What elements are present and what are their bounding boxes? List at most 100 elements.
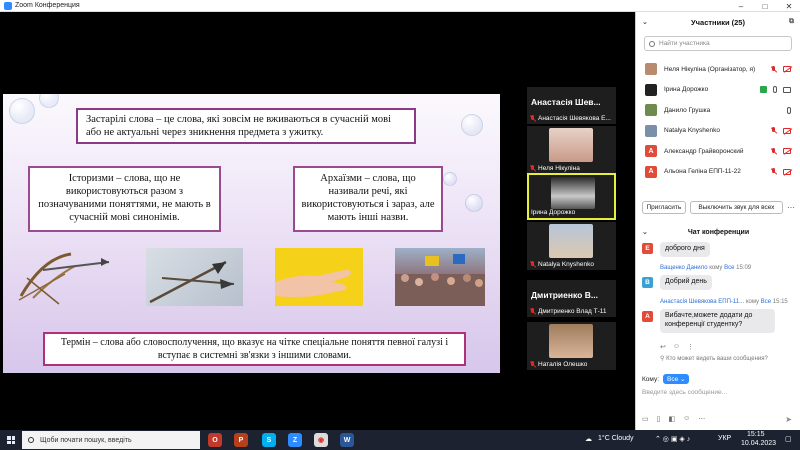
who-can-see-link[interactable]: ⚲ Кто может видеть ваши сообщения? — [660, 355, 768, 362]
windows-taskbar: Щоби почати пошук, введіть O P S Z ◉ W ☁… — [0, 430, 800, 450]
tray-icons[interactable]: ⌃ ◎ ▣ ◈ ♪ — [655, 435, 690, 443]
zoom-logo-icon — [4, 1, 12, 10]
send-icon[interactable]: ➤ — [785, 415, 792, 424]
notifications-icon[interactable]: ▢ — [785, 435, 792, 443]
video-tile[interactable]: Наталія Олешко — [527, 322, 616, 370]
search-placeholder: Найти участника — [659, 40, 710, 47]
tile-label: Наталія Олешко — [529, 361, 587, 368]
presentation-slide: Застарілі слова – це слова, які зовсім н… — [3, 94, 500, 373]
collapse-arrow-icon[interactable]: ⌄ — [642, 228, 648, 236]
weather-icon[interactable]: ☁ — [585, 435, 592, 443]
participant-photo — [549, 128, 593, 162]
video-gallery: Анастасія Шев... Анастасія Шевякова Е...… — [525, 12, 632, 430]
windows-start-icon[interactable] — [7, 436, 15, 444]
mute-all-button[interactable]: Выключить звук для всех — [689, 201, 783, 214]
emoji-reaction-icon[interactable]: ☺ — [673, 343, 680, 351]
participant-list: Неля Нікуліна (Організатор, я) Ірина Дор… — [636, 59, 800, 182]
weather-text[interactable]: 1°C Cloudy — [598, 435, 633, 442]
chat-input[interactable]: Введите здесь сообщение... — [642, 389, 727, 396]
app-icon[interactable]: P — [234, 433, 248, 447]
invite-button[interactable]: Пригласить — [642, 201, 686, 214]
mic-off-icon[interactable] — [770, 147, 777, 155]
mic-off-icon[interactable] — [770, 127, 777, 134]
more-icon[interactable]: ⋮ — [687, 343, 694, 351]
camera-off-icon[interactable] — [783, 168, 791, 175]
popout-icon[interactable]: ⧉ — [789, 18, 794, 26]
arrowheads-image — [146, 248, 243, 306]
file-icon[interactable]: ▯ — [657, 415, 661, 423]
participant-row[interactable]: Неля Нікуліна (Організатор, я) — [636, 59, 800, 80]
video-tile[interactable]: Анастасія Шев... Анастасія Шевякова Е... — [527, 87, 616, 124]
participant-row[interactable]: А Александр Грайворонский — [636, 141, 800, 162]
video-tile[interactable]: Неля Нікуліна — [527, 126, 616, 174]
opera-icon[interactable]: O — [208, 433, 222, 447]
screen-share-icon — [760, 86, 767, 94]
emoji-icon[interactable]: ☺ — [683, 415, 690, 423]
reply-icon[interactable]: ↩ — [660, 343, 666, 351]
format-icon[interactable]: ▭ — [642, 415, 649, 423]
more-icon[interactable]: ⋯ — [698, 415, 705, 423]
tile-label: Дмитриенко Влад Т-11 — [529, 308, 607, 315]
more-icon[interactable]: ⋯ — [787, 203, 795, 212]
clock-date[interactable]: 10.04.2023 — [741, 440, 776, 447]
participant-row[interactable]: Ірина Дорожко — [636, 80, 800, 101]
mic-off-icon — [529, 361, 536, 368]
mic-off-icon — [529, 308, 536, 315]
participant-name: Natalya Knyshenko — [664, 127, 721, 135]
participants-title: Участники (25) — [691, 17, 745, 27]
video-tile[interactable]: Дмитриенко В... Дмитриенко Влад Т-11 — [527, 280, 616, 317]
participant-row[interactable]: А Альона Геліна ЕПП-11-22 — [636, 162, 800, 183]
participant-photo — [549, 324, 593, 358]
camera-off-icon[interactable] — [783, 127, 791, 134]
clock-time[interactable]: 15:15 — [747, 431, 765, 438]
chrome-icon[interactable]: ◉ — [314, 433, 328, 447]
privacy-icon: ⚲ — [660, 356, 665, 362]
mic-icon[interactable] — [773, 86, 777, 94]
word-icon[interactable]: W — [340, 433, 354, 447]
camera-off-icon[interactable] — [783, 66, 791, 73]
search-icon — [28, 437, 34, 443]
mic-off-icon — [529, 115, 536, 122]
bubble-decoration — [461, 114, 483, 136]
historisms-box: Історизми – слова, що не використовуютьс… — [28, 166, 221, 232]
screenshot-icon[interactable]: ◧ — [668, 415, 675, 423]
bubble-decoration — [39, 94, 59, 108]
tile-label: Неля Нікуліна — [529, 165, 580, 172]
avatar: Е — [642, 243, 653, 254]
video-tile[interactable]: Natalya Knyshenko — [527, 222, 616, 270]
camera-off-icon[interactable] — [783, 148, 791, 155]
maximize-icon[interactable]: □ — [757, 0, 773, 12]
tile-name: Анастасія Шев... — [531, 97, 601, 107]
avatar: А — [642, 311, 653, 322]
mic-off-icon[interactable] — [770, 168, 777, 175]
participant-name: Неля Нікуліна (Організатор, я) — [664, 65, 756, 73]
message-header: Ващенко Данило кому Все 15:09 — [660, 265, 752, 271]
mic-icon[interactable] — [787, 106, 791, 114]
language-indicator[interactable]: УКР — [718, 435, 731, 442]
avatar: А — [645, 145, 657, 158]
participant-search-input[interactable]: Найти участника — [644, 36, 792, 51]
title-bar: Zoom Конференция – □ ✕ — [0, 0, 800, 12]
video-tile-active-speaker[interactable]: Ірина Дорожко — [527, 173, 616, 220]
participant-row[interactable]: Natalya Knyshenko — [636, 121, 800, 142]
recipient-row: Кому: Все ⌄ — [642, 374, 690, 384]
participant-name: Александр Грайворонский — [664, 147, 744, 155]
chat-title: Чат конференции — [687, 228, 750, 236]
minimize-icon[interactable]: – — [733, 0, 749, 12]
taskbar-search-placeholder: Щоби почати пошук, введіть — [40, 436, 132, 444]
zoom-window: Zoom Конференция – □ ✕ Застарілі слова –… — [0, 0, 800, 450]
recipient-select[interactable]: Все ⌄ — [663, 374, 690, 384]
close-icon[interactable]: ✕ — [781, 0, 797, 12]
participant-name: Данило Грушка — [664, 106, 711, 114]
participant-row[interactable]: Данило Грушка — [636, 100, 800, 121]
collapse-arrow-icon[interactable]: ⌄ — [642, 18, 648, 26]
avatar: А — [645, 165, 657, 178]
zoom-icon[interactable]: Z — [288, 433, 302, 447]
mic-off-icon[interactable] — [770, 65, 777, 73]
avatar: В — [642, 277, 653, 288]
camera-icon[interactable] — [783, 86, 791, 93]
participant-photo — [549, 224, 593, 258]
avatar — [645, 104, 657, 117]
taskbar-search-input[interactable]: Щоби почати пошук, введіть — [22, 431, 200, 449]
skype-icon[interactable]: S — [262, 433, 276, 447]
